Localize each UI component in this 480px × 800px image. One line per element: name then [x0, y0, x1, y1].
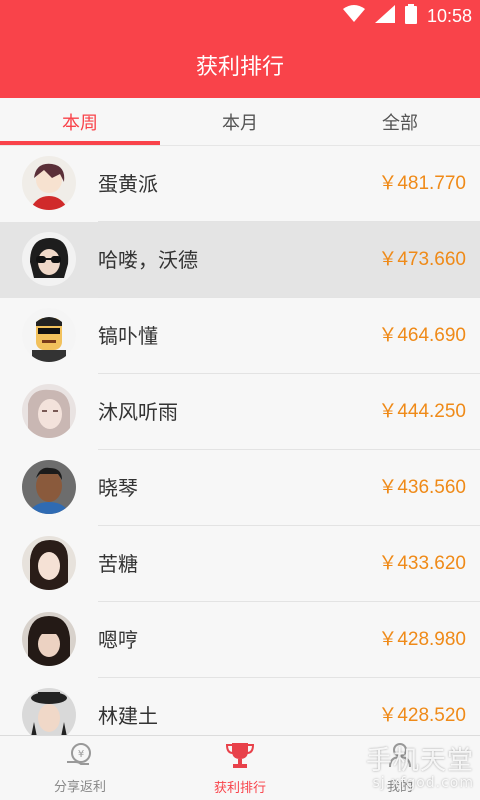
- ranking-list[interactable]: 蛋黄派 ￥481.770 哈喽，沃德 ￥473.660 镐卟懂 ￥464.690…: [0, 146, 480, 735]
- tab-label: 全部: [382, 112, 418, 134]
- share-rebate-icon: ¥: [65, 742, 95, 772]
- list-item[interactable]: 沐风听雨 ￥444.250: [0, 374, 480, 450]
- list-item[interactable]: 蛋黄派 ￥481.770: [0, 146, 480, 222]
- trophy-icon: [225, 741, 255, 773]
- watermark-main: 手机天堂: [365, 746, 474, 776]
- tab-all[interactable]: 全部: [320, 98, 480, 145]
- avatar: [22, 612, 76, 666]
- profit-amount: ￥481.770: [378, 173, 466, 194]
- list-item[interactable]: 嗯哼 ￥428.980: [0, 602, 480, 678]
- profit-amount: ￥428.980: [378, 629, 466, 650]
- status-icons: 10:58: [342, 4, 472, 28]
- avatar: [22, 460, 76, 514]
- user-name: 哈喽，沃德: [98, 248, 198, 272]
- nav-label: 分享返利: [53, 779, 106, 795]
- signal-icon: [374, 5, 395, 27]
- user-name: 蛋黄派: [98, 172, 158, 196]
- period-tabs: 本周 本月 全部: [0, 98, 480, 146]
- tab-label: 本周: [62, 112, 98, 134]
- profit-amount: ￥473.660: [378, 249, 466, 270]
- tab-this-week[interactable]: 本周: [0, 98, 160, 145]
- list-item[interactable]: 晓琴 ￥436.560: [0, 450, 480, 526]
- user-name: 嗯哼: [98, 628, 138, 652]
- avatar: [22, 384, 76, 438]
- user-name: 镐卟懂: [98, 324, 158, 348]
- status-bar: 10:58: [0, 0, 480, 32]
- avatar: [22, 232, 76, 286]
- profit-amount: ￥464.690: [378, 325, 466, 346]
- avatar: [22, 308, 76, 362]
- user-name: 沐风听雨: [98, 400, 178, 424]
- page-title: 获利排行: [195, 55, 284, 80]
- watermark: 手机天堂 sj.xfgod.com: [366, 740, 474, 791]
- profit-amount: ￥444.250: [378, 401, 466, 422]
- status-time: 10:58: [426, 5, 472, 26]
- profit-amount: ￥433.620: [378, 553, 466, 574]
- battery-icon: [404, 4, 417, 28]
- nav-label: 获利排行: [213, 780, 266, 796]
- list-item[interactable]: 哈喽，沃德 ￥473.660: [0, 222, 480, 298]
- avatar: [22, 156, 76, 210]
- user-name: 苦糖: [98, 552, 138, 576]
- svg-text:¥: ¥: [78, 749, 84, 760]
- profit-amount: ￥428.520: [378, 705, 466, 726]
- wifi-icon: [342, 5, 365, 27]
- list-item[interactable]: 林建土 ￥428.520: [0, 678, 480, 735]
- tab-this-month[interactable]: 本月: [160, 98, 320, 145]
- list-item[interactable]: 苦糖 ￥433.620: [0, 526, 480, 602]
- list-item[interactable]: 镐卟懂 ￥464.690: [0, 298, 480, 374]
- watermark-sub: sj.xfgod.com: [372, 775, 474, 791]
- profit-amount: ￥436.560: [378, 477, 466, 498]
- nav-profit-ranking[interactable]: 获利排行: [160, 736, 320, 800]
- avatar: [22, 536, 76, 590]
- avatar: [22, 688, 76, 735]
- user-name: 林建土: [98, 704, 158, 728]
- tab-label: 本月: [222, 112, 258, 134]
- header: 获利排行: [0, 32, 480, 98]
- user-name: 晓琴: [98, 476, 138, 500]
- nav-share-rebate[interactable]: ¥ 分享返利: [0, 736, 160, 800]
